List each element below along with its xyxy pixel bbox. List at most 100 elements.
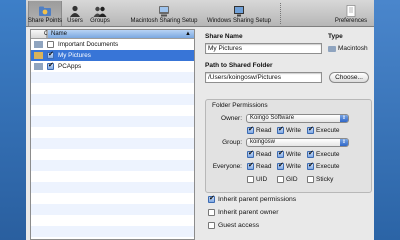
toolbar-windows-sharing[interactable]: Windows Sharing Setup (203, 1, 275, 26)
type-label: Type (328, 33, 343, 40)
popup-arrows-icon: ⇕ (340, 139, 348, 146)
write-label: Write (286, 163, 302, 170)
everyone-write-checkbox[interactable] (277, 161, 284, 170)
everyone-execute-checkbox[interactable] (307, 161, 314, 170)
inherit-permissions-label: Inherit parent permissions (218, 196, 297, 203)
list-item-selected[interactable]: My Pictures (31, 50, 194, 61)
empty-row (31, 182, 194, 193)
choose-button[interactable]: Choose... (329, 72, 369, 83)
pictures-folder-icon (34, 52, 43, 59)
group-execute-checkbox[interactable] (307, 149, 314, 158)
toolbar-preferences[interactable]: Preferences (332, 1, 370, 26)
owner-popup[interactable]: Koingo Software ⇕ (246, 114, 349, 123)
popup-arrows-icon: ⇕ (340, 115, 348, 122)
empty-row (31, 171, 194, 182)
toolbar: Share Points Users Groups Macintosh Shar… (26, 0, 374, 27)
gid-option[interactable]: GID (277, 176, 298, 183)
write-label: Write (286, 127, 302, 134)
path-label: Path to Shared Folder (205, 62, 273, 69)
list-item[interactable]: Important Documents (31, 39, 194, 50)
owner-label: Owner: (221, 115, 242, 122)
everyone-label: Everyone: (212, 163, 242, 170)
owner-write[interactable]: Write (277, 125, 302, 134)
inherit-owner-checkbox[interactable] (208, 209, 215, 216)
group-write-checkbox[interactable] (277, 149, 284, 158)
sort-arrow-icon: ▲ (185, 31, 191, 37)
macintosh-sharing-icon (159, 6, 169, 17)
owner-write-checkbox[interactable] (277, 125, 284, 134)
share-details-pane: Share Name Type My Pictures Macintosh Pa… (202, 29, 372, 240)
column-header-on[interactable]: On (31, 30, 52, 38)
share-enabled-checkbox[interactable] (47, 61, 54, 70)
owner-popup-value: Koingo Software (250, 115, 295, 121)
group-popup[interactable]: koingosw ⇕ (246, 138, 349, 147)
sticky-checkbox[interactable] (307, 176, 314, 183)
group-read-checkbox[interactable] (247, 149, 254, 158)
toolbar-groups[interactable]: Groups (87, 1, 113, 26)
sticky-label: Sticky (316, 176, 334, 183)
list-item-name: Important Documents (58, 41, 119, 48)
owner-execute[interactable]: Execute (307, 125, 340, 134)
share-enabled-checkbox[interactable] (47, 41, 54, 48)
empty-row (31, 226, 194, 237)
column-header-name[interactable]: Name ▲ (47, 30, 194, 38)
group-write[interactable]: Write (277, 149, 302, 158)
empty-row (31, 83, 194, 94)
column-header-name-label: Name (51, 31, 68, 37)
group-label: Group: (222, 139, 242, 146)
everyone-read-checkbox[interactable] (247, 161, 254, 170)
guest-access-checkbox[interactable] (208, 222, 215, 229)
inherit-permissions-checkbox[interactable] (208, 194, 215, 203)
share-point-list: On Name ▲ Important Documents My Picture… (30, 29, 195, 240)
everyone-write[interactable]: Write (277, 161, 302, 170)
gid-checkbox[interactable] (277, 176, 284, 183)
toolbar-macintosh-sharing[interactable]: Macintosh Sharing Setup (126, 1, 202, 26)
read-label: Read (256, 163, 272, 170)
empty-row (31, 94, 194, 105)
owner-read-checkbox[interactable] (247, 125, 254, 134)
type-value: Macintosh (328, 45, 368, 52)
list-item[interactable]: PCApps (31, 61, 194, 72)
inherit-owner-option[interactable]: Inherit parent owner (208, 209, 278, 216)
group-execute[interactable]: Execute (307, 149, 340, 158)
folder-permissions-group: Folder Permissions Owner: Koingo Softwar… (205, 99, 372, 193)
list-item-name: My Pictures (58, 52, 91, 59)
toolbar-separator (280, 3, 281, 24)
write-label: Write (286, 151, 302, 158)
uid-checkbox[interactable] (247, 176, 254, 183)
owner-execute-checkbox[interactable] (307, 125, 314, 134)
share-name-field[interactable]: My Pictures (205, 43, 322, 54)
uid-option[interactable]: UID (247, 176, 267, 183)
users-icon (70, 5, 80, 17)
inherit-permissions-option[interactable]: Inherit parent permissions (208, 194, 297, 203)
windows-sharing-icon (234, 6, 244, 17)
preferences-icon (346, 5, 356, 17)
empty-row (31, 138, 194, 149)
empty-row (31, 72, 194, 83)
sticky-option[interactable]: Sticky (307, 176, 333, 183)
app-window: Share Points Users Groups Macintosh Shar… (26, 0, 374, 240)
toolbar-users[interactable]: Users (64, 1, 86, 26)
execute-label: Execute (316, 127, 340, 134)
empty-row (31, 105, 194, 116)
group-read[interactable]: Read (247, 149, 272, 158)
type-value-text: Macintosh (338, 45, 368, 52)
list-header: On Name ▲ (31, 30, 194, 39)
empty-row (31, 204, 194, 215)
path-field[interactable]: /Users/koingosw/Pictures (205, 72, 322, 83)
empty-row (31, 149, 194, 160)
empty-row (31, 116, 194, 127)
uid-label: UID (256, 176, 268, 183)
guest-access-option[interactable]: Guest access (208, 222, 259, 229)
everyone-execute[interactable]: Execute (307, 161, 340, 170)
folder-icon (328, 45, 336, 52)
guest-access-label: Guest access (218, 222, 260, 229)
toolbar-share-points[interactable]: Share Points (28, 1, 62, 26)
share-enabled-checkbox[interactable] (47, 50, 54, 59)
empty-row (31, 127, 194, 138)
owner-read[interactable]: Read (247, 125, 272, 134)
empty-row (31, 160, 194, 171)
folder-icon (34, 41, 43, 48)
folder-permissions-title: Folder Permissions (212, 102, 268, 109)
everyone-read[interactable]: Read (247, 161, 272, 170)
